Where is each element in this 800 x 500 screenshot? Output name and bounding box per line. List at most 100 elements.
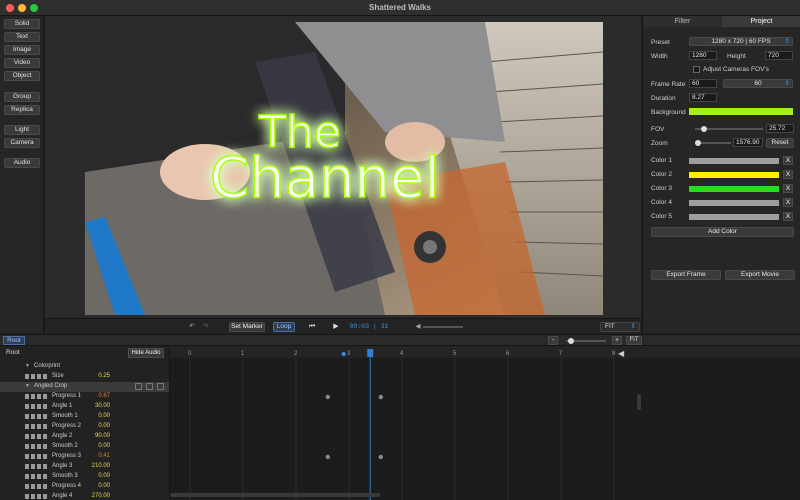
- frame-rate-input[interactable]: 60: [689, 79, 717, 88]
- property-value[interactable]: 210.00: [84, 463, 110, 469]
- fov-input[interactable]: 25.72: [766, 124, 794, 133]
- color-5-swatch[interactable]: [689, 214, 779, 220]
- keyframe-toggle-icon[interactable]: [25, 454, 29, 459]
- property-value[interactable]: 0.00: [84, 413, 110, 419]
- tool-image-button[interactable]: Image: [4, 45, 40, 55]
- keyframe-toggle-icon[interactable]: [25, 484, 29, 489]
- property-value[interactable]: 90.00: [84, 433, 110, 439]
- keyframe-toggle-icon[interactable]: [25, 424, 29, 429]
- fov-slider-knob[interactable]: [701, 126, 707, 132]
- color-4-remove-button[interactable]: X: [783, 198, 793, 207]
- color-3-remove-button[interactable]: X: [783, 184, 793, 193]
- prev-keyframe-icon[interactable]: [31, 454, 35, 459]
- next-keyframe-icon[interactable]: [43, 404, 47, 409]
- prev-keyframe-icon[interactable]: [31, 494, 35, 499]
- timeline-panel[interactable]: 0 1 2 3 4 5 6 7 8 ◀: [170, 346, 800, 500]
- next-keyframe-icon[interactable]: [43, 414, 47, 419]
- property-value[interactable]: 0.25: [84, 373, 110, 379]
- zoom-in-button[interactable]: +: [612, 336, 622, 345]
- height-input[interactable]: 720: [765, 51, 793, 60]
- tool-text-button[interactable]: Text: [4, 32, 40, 42]
- color-4-swatch[interactable]: [689, 200, 779, 206]
- add-keyframe-icon[interactable]: [37, 444, 41, 449]
- timeline-horizontal-scrollbar[interactable]: [170, 493, 380, 497]
- keyframe-toggle-icon[interactable]: [25, 404, 29, 409]
- timeline-graph[interactable]: 0 1 2 3 4 5 6 7 8 ◀: [170, 346, 800, 500]
- zoom-slider-knob[interactable]: [695, 140, 701, 146]
- color-2-remove-button[interactable]: X: [783, 170, 793, 179]
- export-movie-button[interactable]: Export Movie: [725, 270, 795, 280]
- add-keyframe-icon[interactable]: [37, 404, 41, 409]
- prev-keyframe-icon[interactable]: [31, 434, 35, 439]
- add-keyframe-icon[interactable]: [37, 494, 41, 499]
- next-keyframe-icon[interactable]: [43, 484, 47, 489]
- prev-keyframe-icon[interactable]: [31, 374, 35, 379]
- next-keyframe-icon[interactable]: [43, 434, 47, 439]
- prev-keyframe-icon[interactable]: [31, 474, 35, 479]
- width-input[interactable]: 1280: [689, 51, 717, 60]
- tool-object-button[interactable]: Object: [4, 71, 40, 81]
- prev-keyframe-icon[interactable]: [31, 404, 35, 409]
- color-1-remove-button[interactable]: X: [783, 156, 793, 165]
- prev-keyframe-icon[interactable]: [31, 424, 35, 429]
- next-keyframe-icon[interactable]: [43, 494, 47, 499]
- color-3-swatch[interactable]: [689, 186, 779, 192]
- keyframe-toggle-icon[interactable]: [25, 494, 29, 499]
- play-icon[interactable]: ▶: [331, 322, 341, 332]
- edit-icon[interactable]: [157, 383, 164, 390]
- property-row[interactable]: Size 0.25: [0, 372, 169, 382]
- property-value[interactable]: 270.00: [84, 493, 110, 499]
- keyframe[interactable]: [378, 394, 383, 400]
- keyframe-toggle-icon[interactable]: [25, 444, 29, 449]
- add-keyframe-icon[interactable]: [37, 484, 41, 489]
- hide-audio-button[interactable]: Hide Audio: [128, 348, 164, 358]
- property-value[interactable]: 30.00: [84, 403, 110, 409]
- add-keyframe-icon[interactable]: [37, 374, 41, 379]
- add-keyframe-icon[interactable]: [37, 424, 41, 429]
- add-color-button[interactable]: Add Color: [651, 227, 794, 237]
- zoom-out-button[interactable]: -: [548, 336, 558, 345]
- property-row[interactable]: Angle 4 270.00: [0, 492, 169, 500]
- property-row[interactable]: Progress 4 0.00: [0, 482, 169, 492]
- adjust-fov-checkbox[interactable]: [693, 66, 700, 73]
- property-value[interactable]: 0.00: [84, 483, 110, 489]
- next-keyframe-icon[interactable]: [43, 374, 47, 379]
- property-value[interactable]: 0.41: [84, 453, 110, 459]
- skip-to-start-icon[interactable]: ⏮: [307, 322, 317, 332]
- export-frame-button[interactable]: Export Frame: [651, 270, 721, 280]
- add-keyframe-icon[interactable]: [37, 394, 41, 399]
- lock-icon[interactable]: [146, 383, 153, 390]
- keyframe[interactable]: [378, 454, 383, 460]
- property-row[interactable]: Smooth 2 0.00: [0, 442, 169, 452]
- layer-group-row[interactable]: ▼ Angled Crop: [0, 382, 169, 392]
- add-keyframe-icon[interactable]: [37, 474, 41, 479]
- property-row[interactable]: Angle 2 90.00: [0, 432, 169, 442]
- property-row[interactable]: Progress 3 0.41: [0, 452, 169, 462]
- add-keyframe-icon[interactable]: [37, 454, 41, 459]
- tool-video-button[interactable]: Video: [4, 58, 40, 68]
- background-color-well[interactable]: [689, 108, 793, 115]
- property-value[interactable]: 0.00: [84, 473, 110, 479]
- property-row[interactable]: Progress 1 0.67: [0, 392, 169, 402]
- add-keyframe-icon[interactable]: [37, 464, 41, 469]
- zoom-input[interactable]: 1576.90: [733, 138, 763, 147]
- property-row[interactable]: Angle 1 30.00: [0, 402, 169, 412]
- add-keyframe-icon[interactable]: [37, 414, 41, 419]
- tool-group-button[interactable]: Group: [4, 92, 40, 102]
- set-marker-button[interactable]: Set Marker: [229, 322, 265, 332]
- prev-keyframe-icon[interactable]: [31, 444, 35, 449]
- keyframe-toggle-icon[interactable]: [25, 434, 29, 439]
- next-keyframe-icon[interactable]: [43, 464, 47, 469]
- tool-light-button[interactable]: Light: [4, 125, 40, 135]
- color-5-remove-button[interactable]: X: [783, 212, 793, 221]
- prev-keyframe-icon[interactable]: [31, 394, 35, 399]
- prev-keyframe-icon[interactable]: [31, 414, 35, 419]
- prev-keyframe-icon[interactable]: [31, 464, 35, 469]
- loop-button[interactable]: Loop: [273, 322, 295, 332]
- keyframe[interactable]: [325, 394, 330, 400]
- property-row[interactable]: Smooth 3 0.00: [0, 472, 169, 482]
- color-2-swatch[interactable]: [689, 172, 779, 178]
- keyframe-toggle-icon[interactable]: [25, 464, 29, 469]
- property-row[interactable]: Smooth 1 0.00: [0, 412, 169, 422]
- composition-canvas[interactable]: The Channel: [85, 22, 603, 315]
